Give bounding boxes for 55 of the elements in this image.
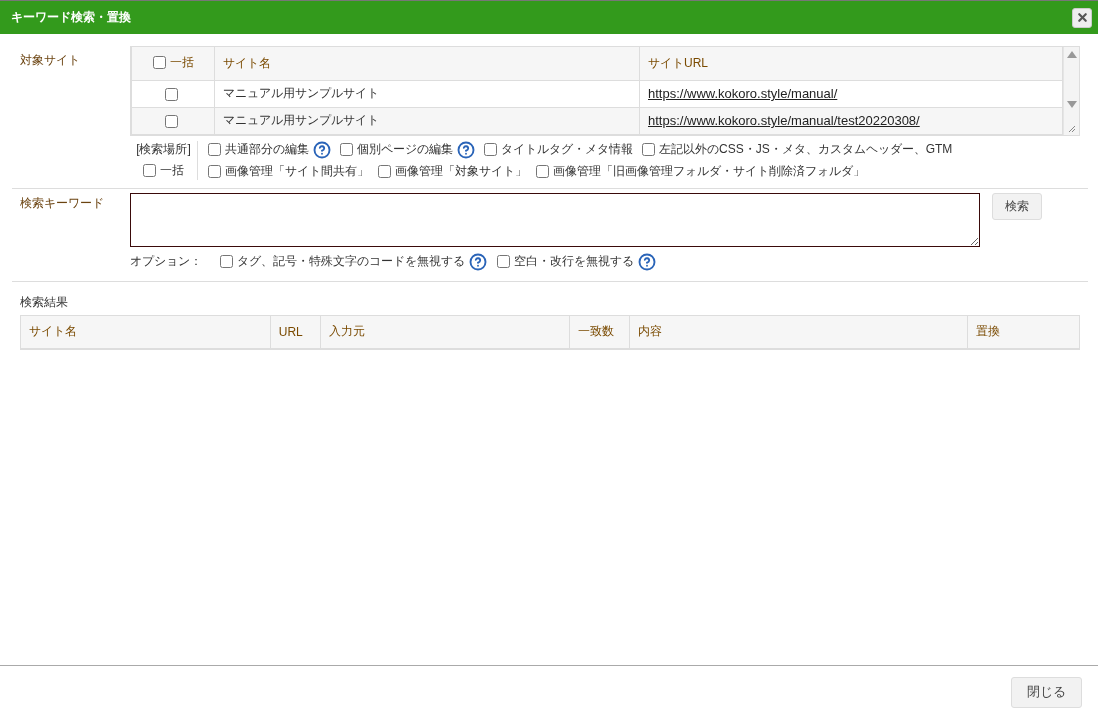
- checkbox-label[interactable]: 画像管理「対象サイト」: [378, 162, 527, 180]
- checkbox[interactable]: [208, 164, 221, 178]
- table-header: 置換: [967, 315, 1080, 349]
- checkbox-label[interactable]: 画像管理「サイト間共有」: [208, 162, 369, 180]
- table-header: 一致数: [569, 315, 630, 349]
- checkbox-label[interactable]: 画像管理「旧画像管理フォルダ・サイト削除済フォルダ」: [536, 162, 865, 180]
- checkbox[interactable]: [497, 255, 510, 268]
- checkbox[interactable]: [220, 255, 233, 268]
- checkbox[interactable]: [152, 56, 166, 70]
- options-label: オプション：: [130, 253, 202, 270]
- site-url-link[interactable]: https://www.kokoro.style/manual/test20220308/: [648, 113, 920, 128]
- dialog-title: キーワード検索・置換: [11, 9, 131, 26]
- help-icon[interactable]: [638, 252, 656, 271]
- checkbox[interactable]: [484, 143, 497, 156]
- table-header: URL: [270, 315, 321, 349]
- checkbox-label[interactable]: 左記以外のCSS・JS・メタ、カスタムヘッダー、GTM: [642, 141, 953, 158]
- table-header: 内容: [629, 315, 968, 349]
- checkbox[interactable]: [378, 164, 391, 178]
- close-dialog-button[interactable]: 閉じる: [1011, 676, 1082, 708]
- checkbox-label[interactable]: 一括: [143, 161, 184, 179]
- checkbox-label[interactable]: 個別ページの編集: [340, 141, 453, 158]
- site-url-link[interactable]: https://www.kokoro.style/manual/: [648, 86, 838, 101]
- table-header: 入力元: [320, 315, 570, 349]
- section-label: 検索キーワード: [19, 194, 105, 212]
- resize-grip-icon[interactable]: [1067, 123, 1076, 133]
- scroll-down-icon[interactable]: [1066, 101, 1077, 109]
- section-label: 対象サイト: [19, 52, 81, 69]
- checkbox-label[interactable]: 一括: [152, 54, 194, 72]
- checkbox[interactable]: [642, 143, 655, 156]
- scrollbar[interactable]: [1063, 47, 1079, 135]
- table-header: サイト名: [20, 315, 271, 349]
- section-label: 検索結果: [19, 293, 69, 311]
- checkbox[interactable]: [536, 164, 549, 178]
- search-location-label: [検索場所]: [136, 140, 191, 158]
- checkbox-label[interactable]: タグ、記号・特殊文字のコードを無視する: [220, 253, 465, 270]
- table-header: サイト名: [214, 47, 640, 80]
- checkbox[interactable]: [208, 143, 221, 156]
- table-header: サイトURL: [639, 47, 1063, 80]
- checkbox-label[interactable]: 共通部分の編集: [208, 141, 309, 158]
- search-button[interactable]: 検索: [992, 192, 1042, 220]
- help-icon[interactable]: [313, 140, 331, 159]
- scroll-up-icon[interactable]: [1066, 51, 1077, 58]
- help-icon[interactable]: [457, 140, 475, 159]
- checkbox[interactable]: [164, 114, 178, 128]
- checkbox[interactable]: [164, 87, 178, 101]
- keyword-input-field[interactable]: [130, 192, 980, 247]
- close-icon: [1075, 11, 1089, 24]
- close-button[interactable]: [1072, 7, 1092, 28]
- checkbox[interactable]: [143, 163, 156, 177]
- help-icon[interactable]: [469, 252, 487, 271]
- checkbox-label[interactable]: タイトルタグ・メタ情報: [484, 141, 633, 158]
- checkbox-label[interactable]: 空白・改行を無視する: [497, 253, 634, 270]
- table-cell: マニュアル用サンプルサイト: [214, 80, 640, 107]
- checkbox[interactable]: [340, 143, 353, 156]
- table-cell: マニュアル用サンプルサイト: [214, 107, 640, 134]
